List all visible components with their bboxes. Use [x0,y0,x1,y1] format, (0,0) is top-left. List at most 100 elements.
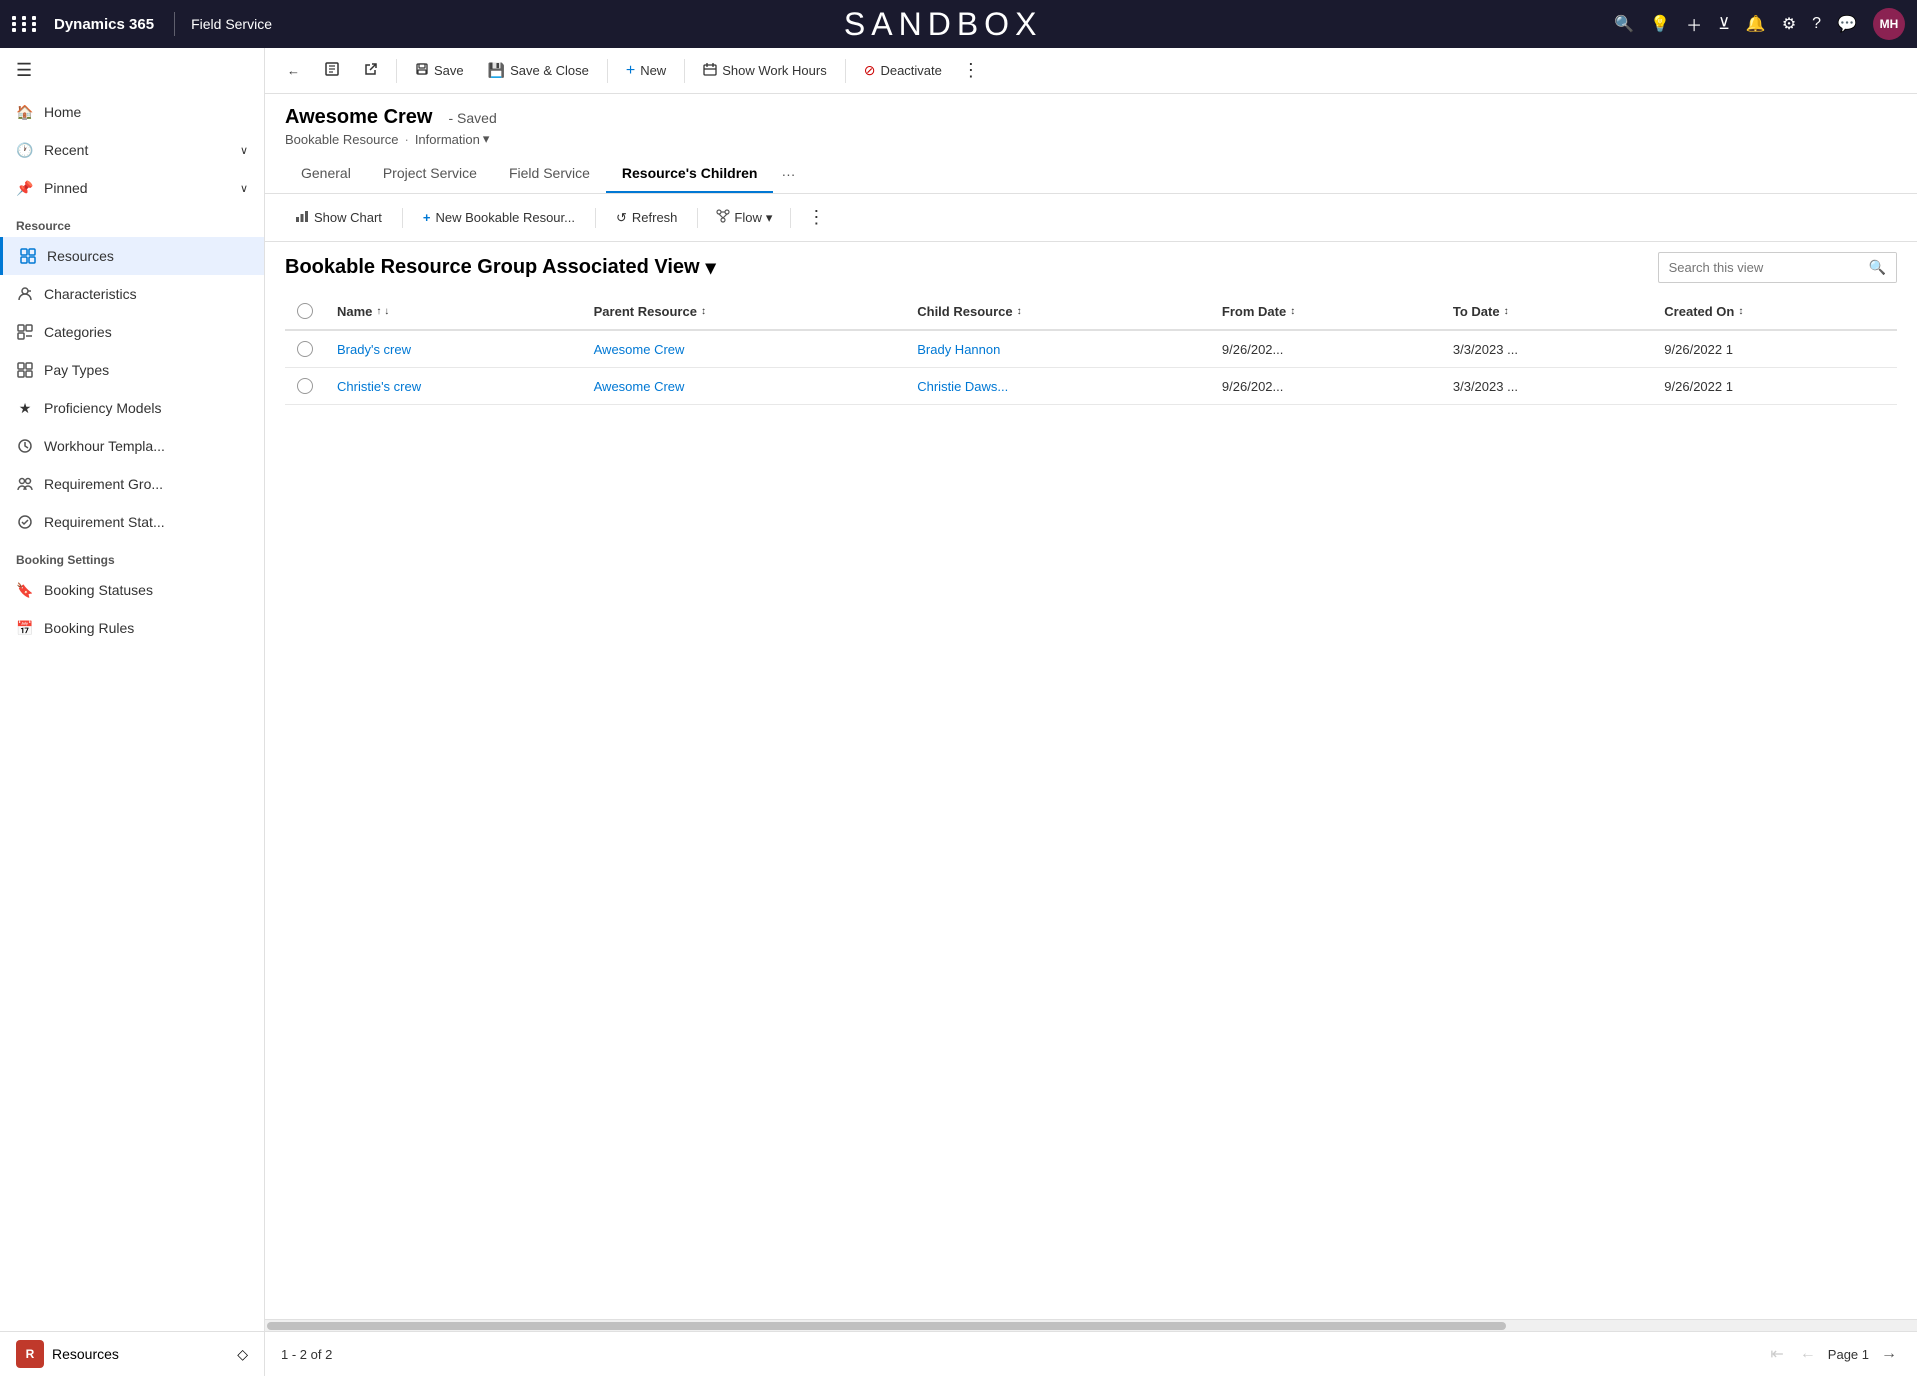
select-all-checkbox[interactable] [297,303,313,319]
search-icon[interactable]: 🔍 [1614,14,1634,34]
lightbulb-icon[interactable]: 💡 [1650,14,1670,34]
breadcrumb-resource-type: Bookable Resource [285,132,398,147]
first-page-button[interactable]: ⇤ [1766,1340,1787,1368]
col-header-parent-resource[interactable]: Parent Resource ↕ [582,293,906,330]
booking-section-label: Booking Settings [0,541,264,571]
pay-types-icon [16,361,34,379]
sidebar-item-pinned[interactable]: 📌 Pinned ∨ [0,169,264,207]
app-grid-icon[interactable] [12,16,40,32]
flow-button[interactable]: Flow ▾ [708,204,780,231]
sidebar-item-categories[interactable]: Categories [0,313,264,351]
open-new-window-icon [364,62,378,79]
sidebar-item-characteristics[interactable]: Characteristics [0,275,264,313]
col-header-created-on[interactable]: Created On ↕ [1652,293,1897,330]
filter-icon[interactable]: ⊻ [1718,14,1730,34]
requirement-groups-icon [16,475,34,493]
help-icon[interactable]: ? [1812,15,1821,33]
save-icon [415,62,429,79]
tab-resources-children[interactable]: Resource's Children [606,155,774,193]
sidebar-item-home[interactable]: 🏠 Home [0,93,264,131]
show-work-hours-button[interactable]: Show Work Hours [693,57,837,84]
col-header-name[interactable]: Name ↑ ↓ [325,293,582,330]
child-resource-link[interactable]: Christie Daws... [917,379,1008,394]
col-header-child-resource[interactable]: Child Resource ↕ [905,293,1210,330]
cell-to-date: 3/3/2023 ... [1441,368,1652,405]
sidebar-bottom-item[interactable]: R Resources ◇ [0,1331,264,1376]
row-checkbox-cell[interactable] [285,330,325,368]
flow-label: Flow [734,210,761,225]
sidebar-item-booking-statuses[interactable]: 🔖 Booking Statuses [0,571,264,609]
tab-general[interactable]: General [285,155,367,193]
add-icon[interactable]: ＋ [1686,12,1702,36]
sidebar-item-booking-rules[interactable]: 📅 Booking Rules [0,609,264,647]
deactivate-button[interactable]: ⊘ Deactivate [854,57,952,84]
tabs-more-icon[interactable]: ··· [773,156,803,192]
open-new-window-button[interactable] [354,57,388,84]
row-checkbox[interactable] [297,378,313,394]
tab-field-service[interactable]: Field Service [493,155,606,193]
child-resource-link[interactable]: Brady Hannon [917,342,1000,357]
show-chart-icon [295,209,309,226]
name-link[interactable]: Christie's crew [337,379,421,394]
horizontal-scrollbar[interactable] [265,1319,1917,1331]
search-button[interactable]: 🔍 [1859,253,1896,282]
module-label[interactable]: Field Service [191,16,272,32]
next-page-button[interactable]: → [1877,1341,1901,1367]
table-row: Christie's crew Awesome Crew Christie Da… [285,368,1897,405]
col-header-to-date[interactable]: To Date ↕ [1441,293,1652,330]
content-area: ← [265,48,1917,1376]
sub-toolbar-more-icon[interactable]: ⋮ [801,207,831,228]
table-header-row: Name ↑ ↓ Parent Resource ↕ [285,293,1897,330]
new-button[interactable]: + New [616,57,676,85]
row-checkbox-cell[interactable] [285,368,325,405]
toolbar-separator-2 [607,59,608,83]
tab-project-service[interactable]: Project Service [367,155,493,193]
show-chart-button[interactable]: Show Chart [285,204,392,231]
sidebar-item-label: Booking Statuses [44,582,153,598]
notification-icon[interactable]: 🔔 [1746,14,1766,34]
record-view-button[interactable] [314,56,350,85]
refresh-label: Refresh [632,210,678,225]
settings-icon[interactable]: ⚙ [1782,14,1796,34]
sidebar-item-resources[interactable]: Resources [0,237,264,275]
sidebar-item-proficiency-models[interactable]: ★ Proficiency Models [0,389,264,427]
data-table: Name ↑ ↓ Parent Resource ↕ [285,293,1897,405]
grid-view-title[interactable]: Bookable Resource Group Associated View … [285,255,716,280]
sidebar-item-pay-types[interactable]: Pay Types [0,351,264,389]
row-checkbox[interactable] [297,341,313,357]
brand-label[interactable]: Dynamics 365 [54,16,154,33]
sidebar-item-requirement-statuses[interactable]: Requirement Stat... [0,503,264,541]
back-button[interactable]: ← [277,58,310,83]
deactivate-label: Deactivate [880,63,941,78]
user-avatar[interactable]: MH [1873,8,1905,40]
save-close-button[interactable]: 💾 Save & Close [478,57,599,84]
chevron-down-icon: ∨ [240,182,248,195]
hamburger-menu[interactable]: ☰ [0,48,264,93]
feedback-icon[interactable]: 💬 [1837,14,1857,34]
new-bookable-resource-button[interactable]: + New Bookable Resour... [413,205,585,230]
col-header-from-date[interactable]: From Date ↕ [1210,293,1441,330]
breadcrumb-info-dropdown[interactable]: Information ▾ [415,131,490,147]
name-link[interactable]: Brady's crew [337,342,411,357]
parent-resource-link[interactable]: Awesome Crew [594,379,685,394]
categories-icon [16,323,34,341]
sidebar-item-requirement-groups[interactable]: Requirement Gro... [0,465,264,503]
record-header: Awesome Crew - Saved Bookable Resource ·… [265,94,1917,147]
cell-from-date: 9/26/202... [1210,368,1441,405]
save-button[interactable]: Save [405,57,474,84]
prev-page-button[interactable]: ← [1796,1341,1820,1367]
more-options-icon[interactable]: ⋮ [956,60,986,81]
sidebar-item-recent[interactable]: 🕐 Recent ∨ [0,131,264,169]
refresh-button[interactable]: ↺ Refresh [606,205,687,231]
select-all-header[interactable] [285,293,325,330]
scrollbar-thumb[interactable] [267,1322,1506,1330]
parent-resource-link[interactable]: Awesome Crew [594,342,685,357]
sidebar-item-workhour-templates[interactable]: Workhour Templa... [0,427,264,465]
workhour-templates-icon [16,437,34,455]
sub-separator-3 [697,208,698,228]
sub-separator-4 [790,208,791,228]
show-chart-label: Show Chart [314,210,382,225]
record-saved-status: - Saved [448,110,496,126]
search-input[interactable] [1659,254,1859,281]
booking-rules-icon: 📅 [16,619,34,637]
